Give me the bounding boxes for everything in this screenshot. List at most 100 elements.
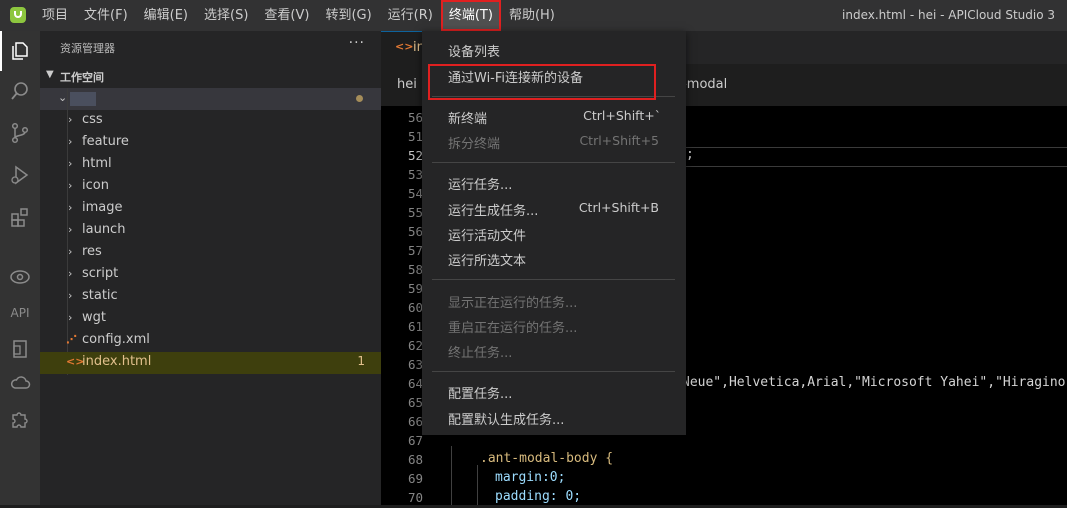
chevron-right-icon: › [68,135,73,148]
plugin-puzzle-icon[interactable] [0,399,40,439]
menu-item-run-task[interactable]: 运行任务... [422,170,686,195]
menu-project[interactable]: 项目 [34,0,76,31]
tree-item-folder[interactable]: › html [40,154,381,176]
tree-item-file[interactable]: ⋰ config.xml [40,330,381,352]
chevron-right-icon: › [68,201,73,214]
chevron-right-icon: › [68,267,73,280]
source-control-icon[interactable] [0,113,40,153]
workspace-header[interactable]: ▼ 工作空间 [40,66,381,88]
tree-item-label: css [82,112,103,127]
line-number: 57 [407,243,423,258]
tree-item-label: wgt [82,310,106,325]
run-debug-icon[interactable] [0,155,40,195]
search-icon[interactable] [0,71,40,111]
tree-item-folder[interactable]: › wgt [40,308,381,330]
menu-item-run-build-task[interactable]: 运行生成任务... Ctrl+Shift+B [422,196,686,221]
tree-item-folder[interactable]: › script [40,264,381,286]
menu-run[interactable]: 运行(R) [380,0,441,31]
line-number: 58 [407,262,423,277]
tree-item-folder[interactable]: › launch [40,220,381,242]
tree-item-label: icon [82,178,109,193]
tree-item-label: script [82,266,119,281]
line-number: 65 [407,395,423,410]
line-number: 53 [407,167,423,182]
line-number: 68 [407,452,423,467]
tree-item-label: image [82,200,123,215]
more-actions-icon[interactable]: ··· [349,35,365,51]
menu-file[interactable]: 文件(F) [76,0,136,31]
tree-item-label: config.xml [82,332,150,347]
tree-item-folder[interactable]: › css [40,110,381,132]
cloud-icon[interactable] [0,363,40,403]
chevron-right-icon: › [68,289,73,302]
modified-dot-icon [356,95,363,102]
menu-item-shortcut: Ctrl+Shift+` [583,108,661,123]
menu-item-shortcut: Ctrl+Shift+B [578,200,659,215]
chevron-down-icon: ⌄ [58,91,68,104]
menu-item-new-terminal[interactable]: 新终端 Ctrl+Shift+` [422,104,686,129]
menu-item-label: 配置任务... [448,387,513,402]
menu-bar: 项目 文件(F) 编辑(E) 选择(S) 查看(V) 转到(G) 运行(R) 终… [34,0,563,31]
breadcrumb-root[interactable]: hei [397,77,417,92]
api-icon-label: API [10,306,30,320]
window-title: index.html - hei - APICloud Studio 3 [842,8,1055,22]
line-number: 66 [407,414,423,429]
menu-item-restart-running-task: 重启正在运行的任务... [422,313,686,338]
tree-item-folder[interactable]: › image [40,198,381,220]
menu-item-label: 显示正在运行的任务... [448,296,578,311]
menu-edit[interactable]: 编辑(E) [136,0,196,31]
menu-item-terminate-task: 终止任务... [422,338,686,363]
menu-item-device-list[interactable]: 设备列表 [422,37,686,62]
line-number: 60 [407,300,423,315]
tree-item-folder[interactable]: › icon [40,176,381,198]
tree-item-label: index.html [82,354,152,369]
workspace-label: 工作空间 [60,71,104,84]
preview-eye-icon[interactable] [0,257,40,297]
explorer-icon[interactable] [0,31,40,71]
indent-guide [477,465,478,505]
menu-separator [432,371,675,372]
highlight-annotation-box [428,64,656,100]
tree-item-folder[interactable]: › res [40,242,381,264]
menu-item-configure-tasks[interactable]: 配置任务... [422,379,686,404]
menu-item-label: 运行任务... [448,178,513,193]
line-number: 70 [407,490,423,505]
project-root-folder[interactable]: ⌄ [40,88,381,110]
problem-count-badge: 1 [357,354,365,368]
line-number: 56 [407,224,423,239]
explorer-header: 资源管理器 ··· [40,31,381,64]
indent-guide [451,446,452,505]
api-icon[interactable]: API [0,293,40,333]
tree-item-label: html [82,156,112,171]
menu-item-run-active-file[interactable]: 运行活动文件 [422,221,686,246]
menu-separator [432,279,675,280]
tree-item-folder[interactable]: › feature [40,132,381,154]
code-line: margin:0; [495,470,566,485]
chevron-right-icon: › [68,113,73,126]
tree-item-file-active[interactable]: <> index.html 1 [40,352,381,374]
menu-terminal[interactable]: 终端(T) [440,0,501,31]
menu-view[interactable]: 查看(V) [256,0,317,31]
tree-item-label: launch [82,222,126,237]
line-number: 51 [407,129,423,144]
chevron-right-icon: › [68,311,73,324]
menu-goto[interactable]: 转到(G) [317,0,379,31]
code-line: ; [686,147,694,162]
chevron-down-icon: ▼ [46,69,54,80]
chevron-right-icon: › [68,245,73,258]
line-number: 56 [407,110,423,125]
tree-item-label: static [82,288,118,303]
line-number: 61 [407,319,423,334]
menu-item-show-running-tasks: 显示正在运行的任务... [422,288,686,313]
menu-selection[interactable]: 选择(S) [196,0,256,31]
menu-item-label: 运行活动文件 [448,229,527,244]
code-line: padding: 0; [495,489,582,504]
line-number: 67 [407,433,423,448]
tree-item-folder[interactable]: › static [40,286,381,308]
extensions-icon[interactable] [0,197,40,237]
menu-item-configure-default-build[interactable]: 配置默认生成任务... [422,405,686,430]
menu-help[interactable]: 帮助(H) [501,0,563,31]
menu-item-label: 重启正在运行的任务... [448,321,578,336]
line-number: 52 [407,148,423,163]
menu-item-run-selected-text[interactable]: 运行所选文本 [422,246,686,271]
